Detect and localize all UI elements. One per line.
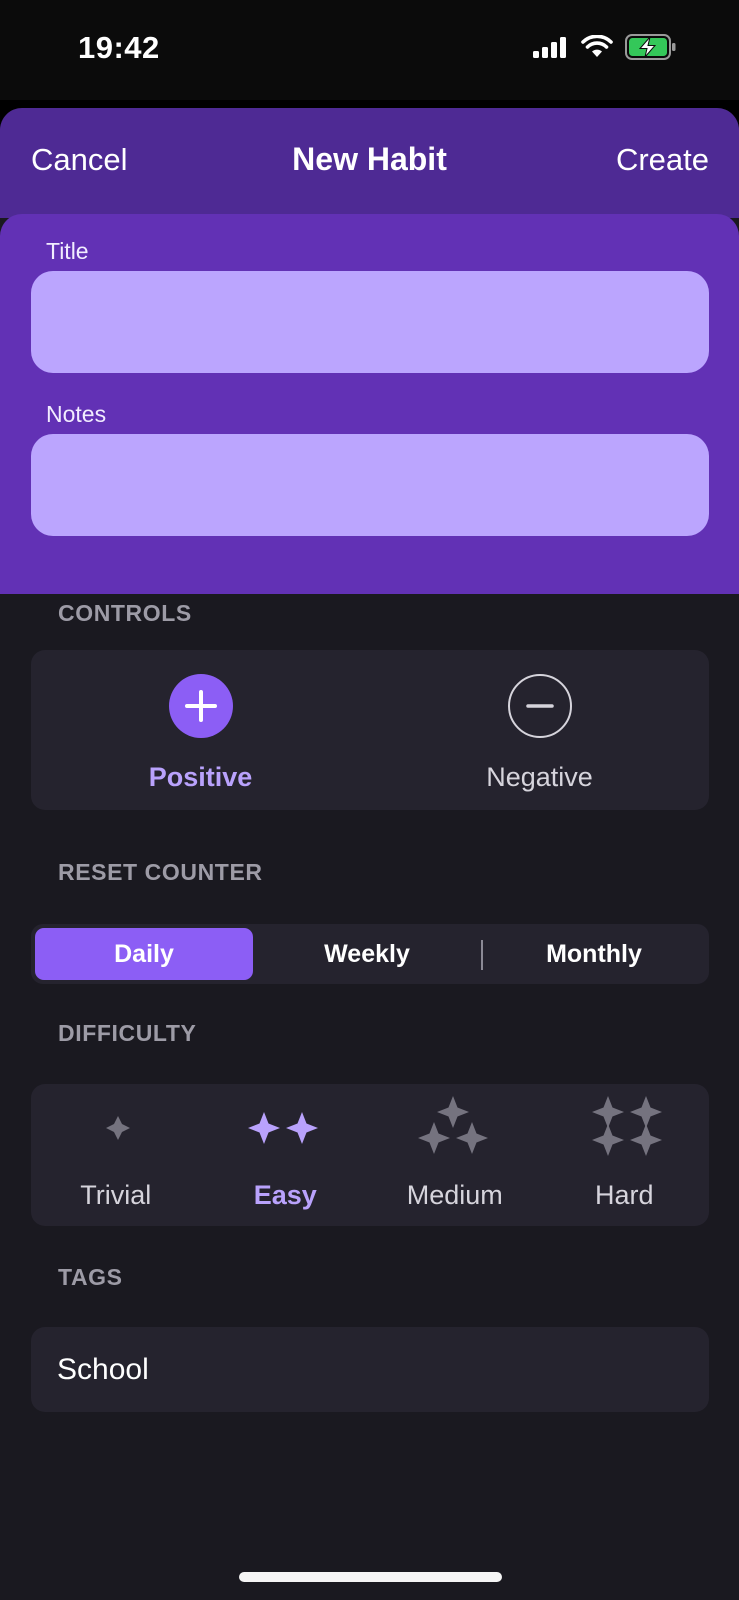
create-button[interactable]: Create xyxy=(616,142,709,178)
battery-charging-icon xyxy=(625,34,676,60)
difficulty-trivial-label: Trivial xyxy=(80,1180,152,1210)
notes-label: Notes xyxy=(46,401,107,427)
difficulty-medium-label: Medium xyxy=(406,1180,503,1210)
status-bar: 19:42 xyxy=(0,0,739,100)
new-habit-sheet: Cancel New Habit Create Title Notes CONT… xyxy=(0,108,739,1600)
difficulty-medium[interactable]: Medium xyxy=(370,1084,540,1226)
cellular-signal-icon xyxy=(533,37,566,58)
title-label: Title xyxy=(46,238,89,264)
tags-field[interactable]: School xyxy=(31,1327,709,1412)
negative-control[interactable]: Negative xyxy=(370,650,709,810)
difficulty-easy-label: Easy xyxy=(253,1180,317,1210)
wifi-icon xyxy=(581,35,613,57)
nav-bar: Cancel New Habit Create xyxy=(0,108,739,218)
reset-counter-segmented-control: Daily Weekly Monthly xyxy=(31,924,709,984)
controls-section-title: CONTROLS xyxy=(58,600,192,626)
difficulty-trivial[interactable]: Trivial xyxy=(31,1084,201,1226)
difficulty-easy[interactable]: Easy xyxy=(201,1084,371,1226)
four-sparkles-icon xyxy=(591,1096,662,1156)
status-icons xyxy=(533,34,677,60)
segment-monthly[interactable]: Monthly xyxy=(483,928,705,980)
difficulty-hard-label: Hard xyxy=(594,1180,654,1210)
tag-value: School xyxy=(57,1353,149,1386)
positive-label: Positive xyxy=(148,762,253,792)
reset-counter-section-title: RESET COUNTER xyxy=(58,859,263,885)
status-time: 19:42 xyxy=(78,30,160,65)
plus-circle-icon xyxy=(169,674,233,738)
notes-input[interactable] xyxy=(31,434,709,536)
difficulty-hard[interactable]: Hard xyxy=(540,1084,710,1226)
negative-label: Negative xyxy=(486,762,593,792)
home-indicator[interactable] xyxy=(239,1572,502,1582)
one-sparkle-icon xyxy=(106,1116,130,1140)
two-sparkles-icon xyxy=(247,1112,318,1144)
three-sparkles-icon xyxy=(418,1096,488,1154)
form-header: Title Notes xyxy=(0,214,739,594)
positive-control[interactable]: Positive xyxy=(31,650,370,810)
title-input[interactable] xyxy=(31,271,709,373)
segment-weekly[interactable]: Weekly xyxy=(253,928,481,980)
difficulty-section-title: DIFFICULTY xyxy=(58,1020,197,1046)
difficulty-card: Trivial Easy Medium Hard xyxy=(31,1084,709,1226)
tags-section-title: TAGS xyxy=(58,1264,123,1290)
minus-circle-icon xyxy=(508,674,572,738)
controls-card: Positive Negative xyxy=(31,650,709,810)
segment-daily[interactable]: Daily xyxy=(35,928,253,980)
